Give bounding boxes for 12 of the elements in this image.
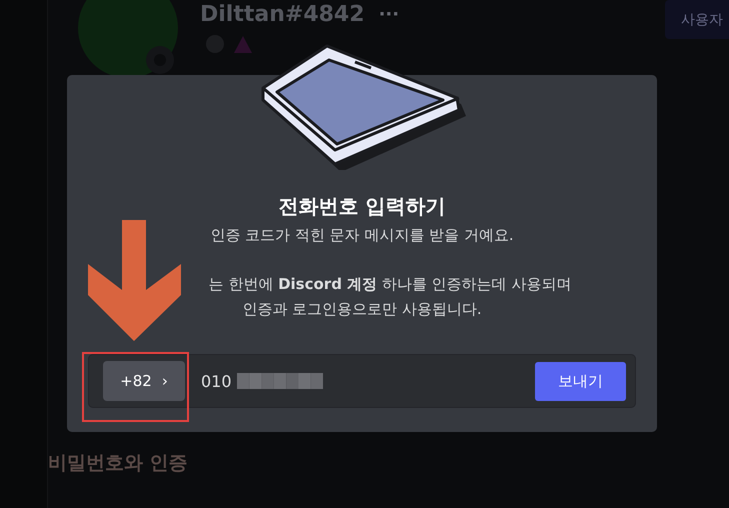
section-heading: 비밀번호와 인증 xyxy=(48,451,188,476)
notice-text: 는 한번에 Discord 계정 하나를 인증하는데 사용되며 xyxy=(208,274,572,295)
send-button[interactable]: 보내기 xyxy=(535,362,626,400)
phone-input[interactable]: 010 xyxy=(201,372,237,390)
more-options[interactable]: ··· xyxy=(378,4,400,25)
phone-field[interactable]: +82 › 010 보내기 xyxy=(88,354,636,408)
dialog-title: 전화번호 입력하기 xyxy=(278,193,446,220)
username: Dilttan#4842 xyxy=(200,2,365,27)
notice-text: 인증과 로그인용으로만 사용됩니다. xyxy=(241,299,483,320)
dialog-subtitle: 인증 코드가 적힌 문자 메시지를 받을 거예요. xyxy=(210,226,514,245)
country-code-button[interactable]: +82 › xyxy=(103,361,185,401)
edit-profile-button[interactable]: 사용자 xyxy=(665,0,729,39)
